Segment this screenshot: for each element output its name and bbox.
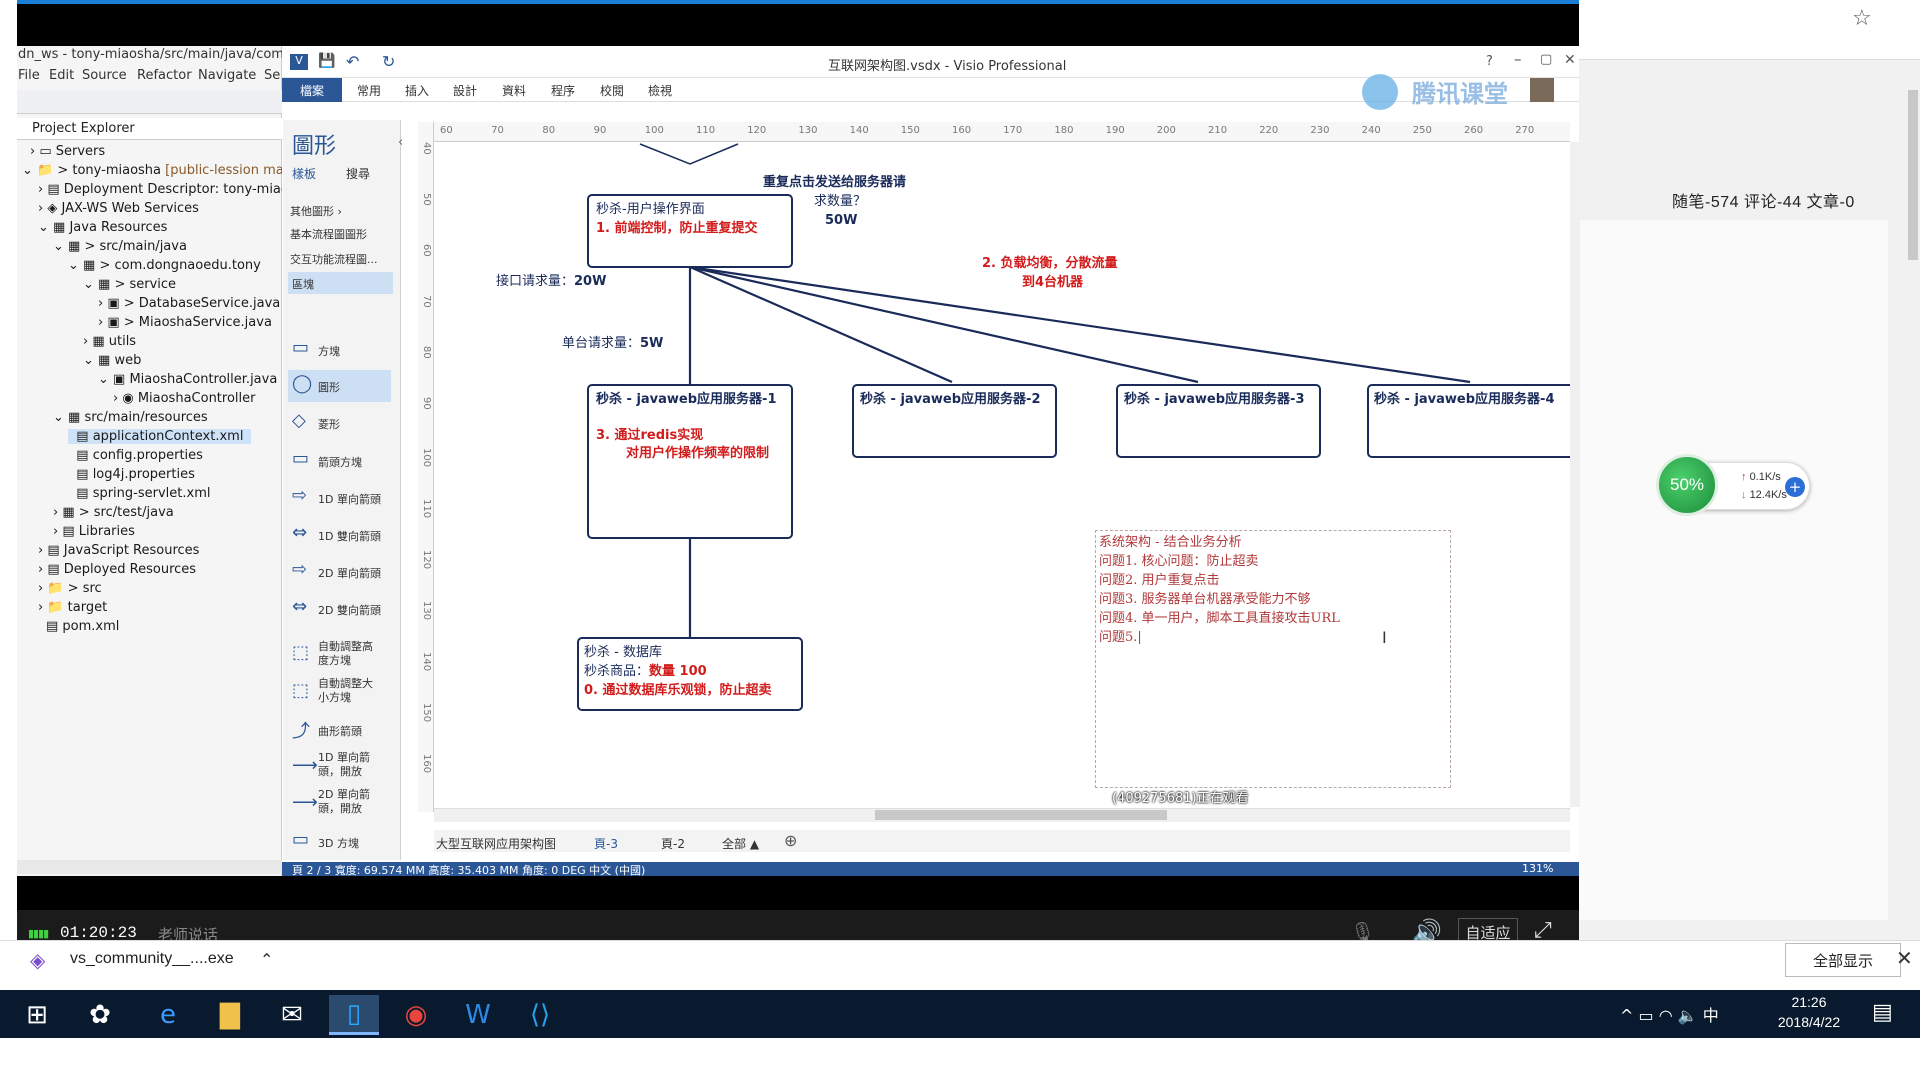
server4-title: 秒杀 - javaweb应用服务器-4	[1374, 392, 1555, 407]
file-explorer-icon[interactable]: ▇	[205, 995, 255, 1035]
tencent-classroom-icon[interactable]: ▯	[329, 995, 379, 1035]
server3-title: 秒杀 - javaweb应用服务器-3	[1124, 392, 1305, 407]
note-line: 问题4. 单一用户，脚本工具直接攻击URL	[1099, 611, 1340, 626]
system-tray[interactable]: ^ ▭ ◠ 🔈 中	[1620, 1002, 1719, 1026]
audio-level-icon: ▮▮▮▮	[28, 927, 49, 940]
repeat-click-value: 50W	[825, 213, 858, 228]
canvas-hscroll-thumb[interactable]	[875, 810, 1167, 820]
server1-title: 秒杀 - javaweb应用服务器-1	[596, 392, 777, 407]
close-download-bar-icon[interactable]: ✕	[1896, 946, 1913, 970]
ui-box-point: 1. 前端控制，防止重复提交	[596, 221, 758, 236]
page-tab-main[interactable]: 大型互联网应用架构图	[436, 835, 556, 852]
notification-icon[interactable]: ▤	[1872, 1000, 1893, 1025]
db-goods: 秒杀商品：数量 100	[584, 664, 707, 679]
server2-title: 秒杀 - javaweb应用服务器-2	[860, 392, 1041, 407]
add-page-icon[interactable]: ⊕	[784, 831, 797, 850]
page-tab-3[interactable]: 頁-3	[594, 835, 618, 852]
viewer-count: (409275681)正在观看	[1112, 791, 1249, 806]
lb-text-1: 2. 负载均衡，分散流量	[982, 256, 1118, 271]
interface-qps: 接口请求量：20W	[496, 274, 607, 289]
vscode-icon[interactable]: ⟨⟩	[515, 995, 565, 1035]
note-line: 问题1. 核心问题：防止超卖	[1099, 554, 1259, 569]
server1-point-b: 对用户作操作频率的限制	[626, 446, 770, 461]
db-title: 秒杀 - 数据库	[584, 645, 662, 660]
clock[interactable]: 21:26 2018/4/22	[1764, 992, 1854, 1036]
chrome-icon[interactable]: ◉	[391, 995, 441, 1035]
note-line: 问题5.|	[1099, 630, 1142, 645]
download-item-name[interactable]: vs_community__....exe	[70, 950, 234, 968]
download-bar	[0, 940, 1920, 990]
canvas-vscroll[interactable]	[1570, 142, 1580, 807]
show-all-button[interactable]: 全部显示	[1785, 943, 1901, 977]
db-point: 0. 通过数据库乐观锁，防止超卖	[584, 683, 772, 698]
status-text: 頁 2 / 3 寬度: 69.574 MM 高度: 35.403 MM 角度: …	[292, 864, 646, 877]
server1-point-a: 3. 通过redis实现	[596, 428, 704, 443]
repeat-click-text2: 求数量？	[814, 194, 867, 209]
repeat-click-text: 重复点击发送给服务器请	[763, 175, 907, 190]
note-line: 问题2. 用户重复点击	[1099, 573, 1220, 588]
edge-icon[interactable]: e	[143, 995, 193, 1035]
word-icon[interactable]: W	[453, 995, 503, 1035]
lb-text-2: 到4台机器	[1022, 275, 1084, 290]
visual-studio-icon: ◈	[30, 948, 46, 972]
page-tab-all[interactable]: 全部 ▲	[722, 835, 759, 852]
zoom-level[interactable]: 131%	[1522, 862, 1553, 875]
chevron-up-icon[interactable]: ⌃	[260, 950, 273, 969]
note-line: 问题3. 服务器单台机器承受能力不够	[1099, 592, 1311, 607]
ui-box-title: 秒杀-用户操作界面	[596, 202, 705, 217]
mail-icon[interactable]: ✉	[267, 995, 317, 1035]
text-cursor-icon: I	[1382, 628, 1387, 647]
desktop-bottom	[0, 1038, 1920, 1080]
start-icon[interactable]: ⊞	[12, 995, 62, 1035]
app-icon[interactable]: ✿	[75, 995, 125, 1035]
single-qps: 单台请求量：5W	[562, 336, 664, 351]
page-tab-2[interactable]: 頁-2	[661, 835, 685, 852]
note-line: 系统架构 - 结合业务分析	[1099, 535, 1242, 550]
